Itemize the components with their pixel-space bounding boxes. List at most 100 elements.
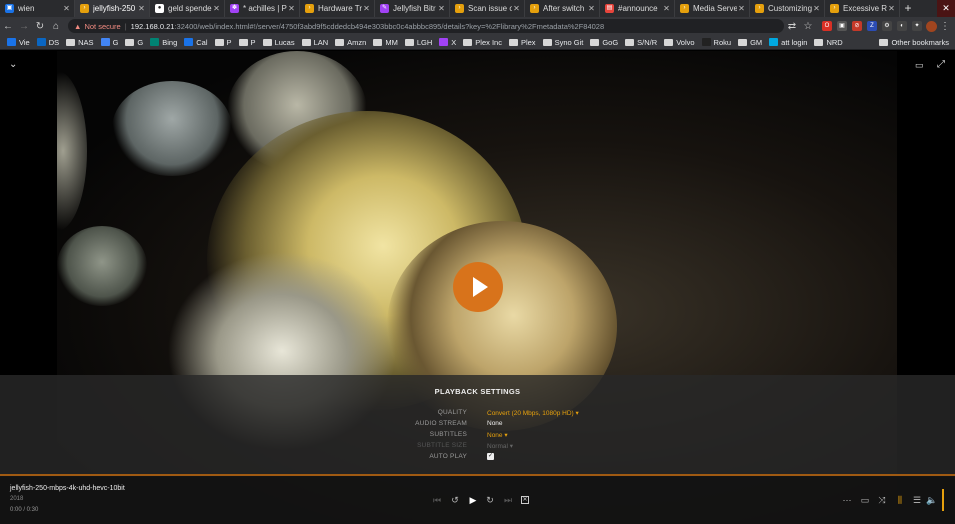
- next-icon[interactable]: ⏭: [502, 494, 514, 506]
- tab-close-icon[interactable]: ✕: [887, 4, 896, 13]
- browser-tab[interactable]: › After switch ✕: [525, 0, 600, 17]
- bookmark-item[interactable]: Vie: [7, 38, 30, 47]
- bookmark-item[interactable]: S/N/R: [625, 38, 657, 47]
- bookmark-item[interactable]: X: [439, 38, 456, 47]
- bookmark-item[interactable]: LGH: [404, 38, 432, 47]
- bookmark-item[interactable]: P: [238, 38, 256, 47]
- bookmark-item[interactable]: Lucas: [262, 38, 295, 47]
- forward-skip-icon[interactable]: ↻: [484, 494, 496, 506]
- bookmark-item[interactable]: G: [125, 38, 143, 47]
- browser-tab[interactable]: › jellyfish-250 ✕: [75, 0, 150, 17]
- tab-close-icon[interactable]: ✕: [212, 4, 221, 13]
- quality-select[interactable]: Convert (20 Mbps, 1080p HD) ▾: [487, 409, 579, 417]
- tab-close-icon[interactable]: ✕: [137, 4, 146, 13]
- bookmark-star-icon[interactable]: ☆: [800, 21, 816, 32]
- reload-icon[interactable]: ↻: [32, 21, 48, 32]
- bookmark-item[interactable]: G: [100, 38, 118, 47]
- tab-close-icon[interactable]: ✕: [512, 4, 521, 13]
- browser-tab[interactable]: ▣ wien ✕: [0, 0, 75, 17]
- settings-sliders-icon[interactable]: ⫼: [894, 494, 906, 506]
- bookmark-item[interactable]: Plex Inc: [463, 38, 502, 47]
- bookmark-favicon-icon: [36, 38, 46, 46]
- bookmark-item[interactable]: Syno Git: [542, 38, 583, 47]
- bookmark-item[interactable]: GM: [738, 38, 762, 47]
- replay-icon[interactable]: ↺: [449, 494, 461, 506]
- window-close-button[interactable]: ✕: [937, 0, 955, 17]
- bookmark-label: Plex Inc: [475, 37, 502, 47]
- tab-title: Media Serve: [693, 4, 737, 13]
- more-icon[interactable]: ⋯: [841, 494, 853, 506]
- browser-tab[interactable]: ✽ * achilles | P ✕: [225, 0, 300, 17]
- tab-favicon-icon: ✎: [380, 4, 389, 13]
- extension-icon-circle[interactable]: ◐: [897, 21, 907, 31]
- tab-close-icon[interactable]: ✕: [812, 4, 821, 13]
- audio-value[interactable]: None: [487, 420, 503, 427]
- bookmark-item[interactable]: P: [214, 37, 232, 47]
- cast-icon[interactable]: ▭: [915, 60, 924, 71]
- tab-close-icon[interactable]: ✕: [437, 4, 446, 13]
- browser-tab[interactable]: ▤ #announce ✕: [600, 0, 675, 17]
- bookmark-item[interactable]: Volvo: [664, 38, 695, 47]
- tab-close-icon[interactable]: ✕: [62, 4, 71, 13]
- tab-favicon-icon: ›: [830, 4, 839, 13]
- address-bar[interactable]: ▲ Not secure | 192.168.0.21 :32400/web/i…: [68, 19, 784, 33]
- volume-icon[interactable]: 🔈: [926, 494, 938, 506]
- subtitle-size-select[interactable]: Normal ▾: [487, 442, 513, 450]
- extension-icon-opera[interactable]: O: [822, 21, 832, 31]
- browser-tab[interactable]: › Scan issue o ✕: [450, 0, 525, 17]
- previous-icon[interactable]: ⏮: [431, 494, 443, 506]
- subtitles-select[interactable]: None ▾: [487, 431, 508, 439]
- tab-title: Scan issue o: [468, 4, 512, 13]
- play-overlay-button[interactable]: [453, 262, 503, 312]
- browser-tab[interactable]: ● geld spender ✕: [150, 0, 225, 17]
- bookmark-item[interactable]: Cal: [184, 38, 208, 47]
- bookmark-item[interactable]: Bing: [150, 38, 177, 47]
- bookmark-item[interactable]: NAS: [66, 38, 94, 47]
- tab-title: After switch: [543, 4, 585, 13]
- fullscreen-icon[interactable]: ⤢: [937, 59, 945, 70]
- new-tab-button[interactable]: +: [900, 0, 916, 17]
- home-icon[interactable]: ⌂: [48, 21, 64, 32]
- browser-tab[interactable]: › Hardware Tra ✕: [300, 0, 375, 17]
- playlist-icon[interactable]: ☰: [911, 494, 923, 506]
- tab-close-icon[interactable]: ✕: [287, 4, 296, 13]
- volume-slider[interactable]: [942, 489, 944, 511]
- audio-row: AUDIO STREAM None: [0, 420, 955, 431]
- bookmark-item[interactable]: GoG: [590, 38, 618, 47]
- play-icon[interactable]: ▶: [467, 494, 479, 506]
- back-icon[interactable]: ←: [0, 21, 16, 32]
- extension-icon-z[interactable]: Z: [867, 21, 877, 31]
- tab-close-icon[interactable]: ✕: [737, 4, 746, 13]
- extension-icon-gear[interactable]: ⚙: [882, 21, 892, 31]
- autoplay-checkbox[interactable]: ✓: [487, 453, 494, 460]
- media-title[interactable]: jellyfish-250-mbps-4k-uhd-hevc-10bit: [10, 485, 125, 492]
- forward-icon[interactable]: →: [16, 21, 32, 32]
- bookmark-item[interactable]: Roku: [701, 38, 731, 47]
- browser-tab[interactable]: › Media Serve ✕: [675, 0, 750, 17]
- browser-tab[interactable]: › Excessive RA✕: [825, 0, 900, 17]
- translate-icon[interactable]: ⇄: [784, 21, 800, 32]
- bookmark-item[interactable]: MM: [373, 38, 398, 47]
- repeat-icon[interactable]: ▭: [859, 494, 871, 506]
- browser-tab[interactable]: › Customizing ✕: [750, 0, 825, 17]
- bookmark-item[interactable]: Plex: [508, 38, 536, 47]
- tab-close-icon[interactable]: ✕: [362, 4, 371, 13]
- stop-icon[interactable]: ✕: [521, 496, 529, 504]
- extension-icon-box[interactable]: ▣: [837, 21, 847, 31]
- shuffle-icon[interactable]: ⤨: [876, 494, 888, 506]
- bookmark-item[interactable]: NRD: [814, 38, 843, 47]
- bookmark-item[interactable]: DS: [36, 38, 59, 47]
- menu-icon[interactable]: ⋮: [937, 21, 953, 32]
- bookmark-item[interactable]: LAN: [301, 38, 328, 47]
- bookmark-label: P: [226, 37, 232, 47]
- tab-close-icon[interactable]: ✕: [662, 4, 671, 13]
- tab-close-icon[interactable]: ✕: [587, 4, 596, 13]
- extension-icon-puzzle[interactable]: ✦: [912, 21, 922, 31]
- extension-icon-block[interactable]: ⊘: [852, 21, 862, 31]
- profile-avatar[interactable]: [926, 20, 937, 32]
- other-bookmarks[interactable]: Other bookmarks: [879, 38, 949, 47]
- browser-tab[interactable]: ✎ Jellyfish Bitr ✕: [375, 0, 450, 17]
- collapse-chevron-icon[interactable]: ⌄: [9, 59, 17, 70]
- bookmark-item[interactable]: att login: [769, 38, 807, 47]
- bookmark-item[interactable]: Amzn: [335, 38, 366, 47]
